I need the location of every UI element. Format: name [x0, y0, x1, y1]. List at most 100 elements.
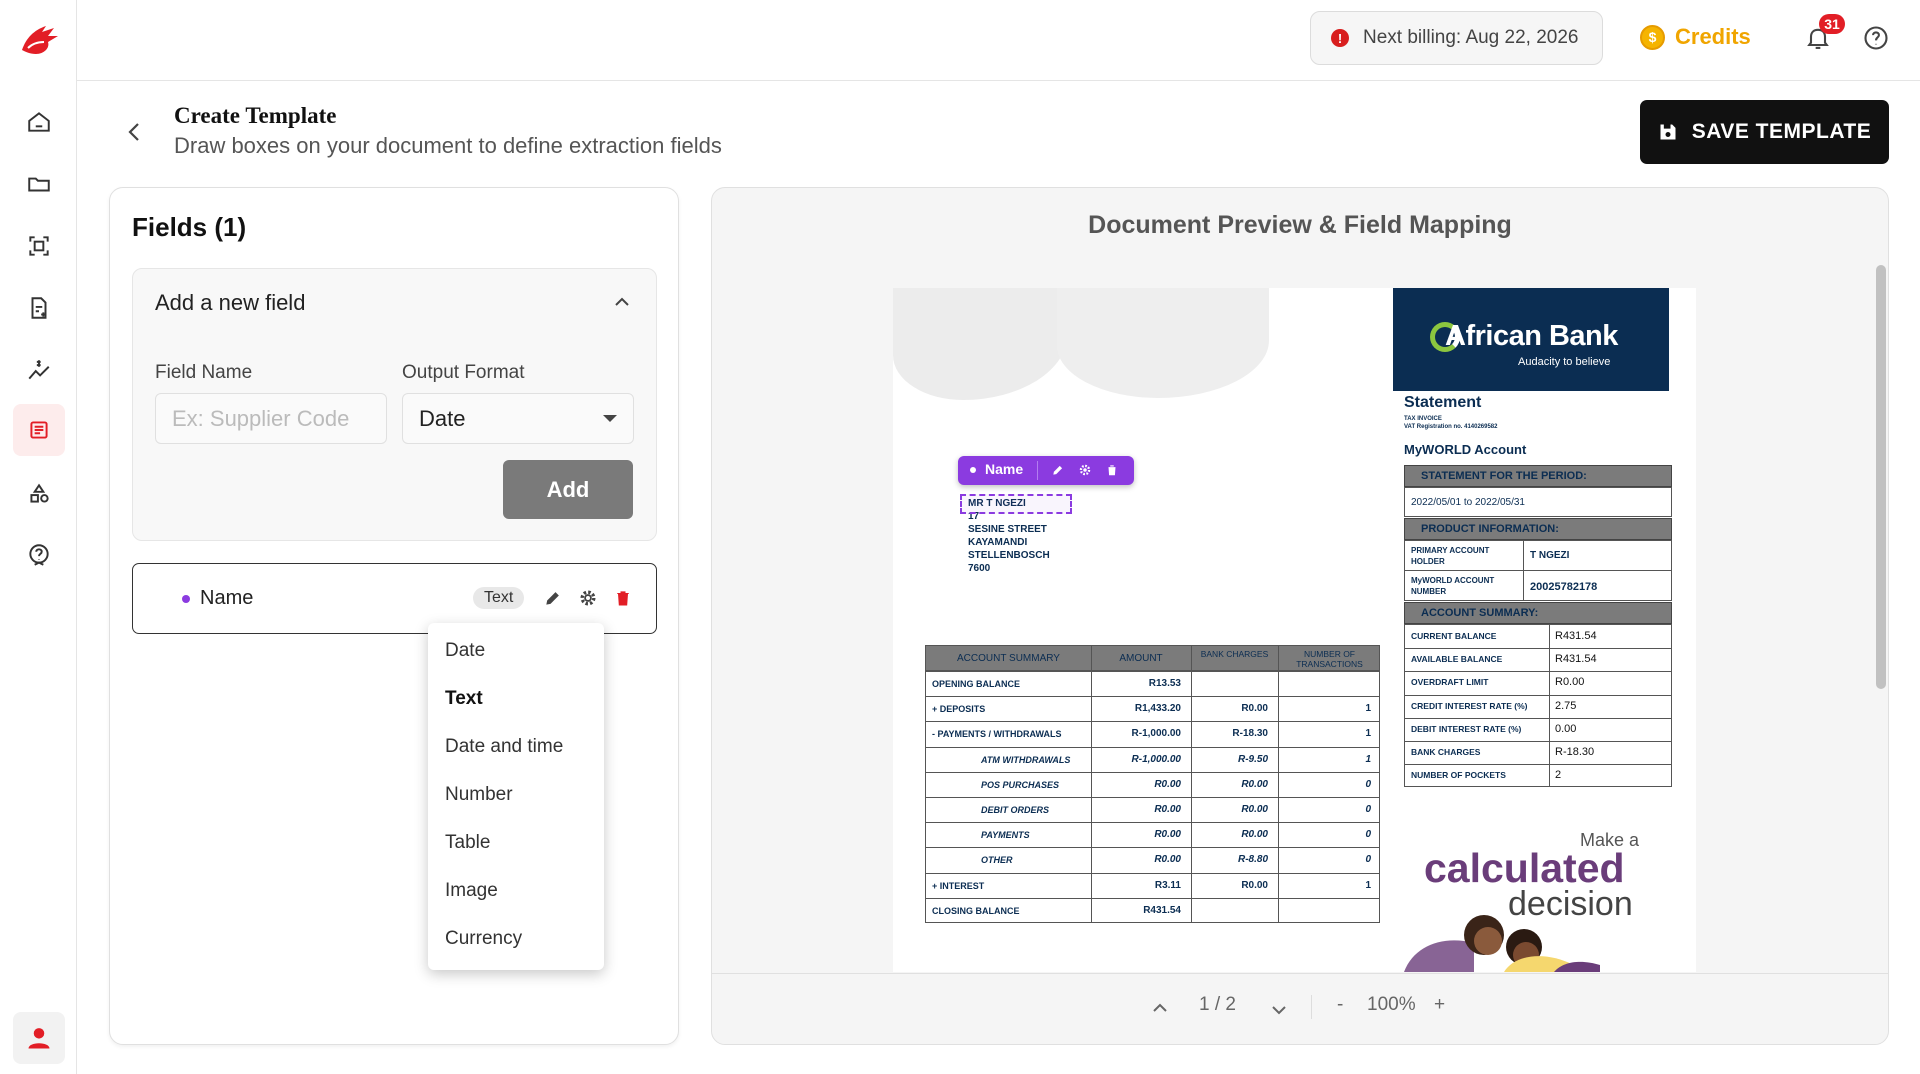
fields-title: Fields (1)	[132, 212, 247, 242]
prev-page-button[interactable]	[1151, 999, 1169, 1021]
annotation-settings-icon[interactable]	[1078, 463, 1092, 477]
table-cell: 1	[1365, 703, 1371, 715]
address-line: STELLENBOSCH	[968, 550, 1050, 561]
output-format-label: Output Format	[402, 362, 525, 383]
divider	[926, 746, 1379, 748]
collapse-button[interactable]	[612, 294, 632, 310]
divider	[926, 872, 1379, 874]
app-logo[interactable]	[18, 20, 60, 60]
preview-scrollbar[interactable]	[1876, 265, 1886, 689]
edit-field-button[interactable]	[543, 588, 563, 608]
preview-title: Document Preview & Field Mapping	[1088, 211, 1512, 239]
trash-icon	[617, 591, 629, 606]
divider	[926, 671, 1379, 672]
sidebar-item-expenses[interactable]	[13, 344, 65, 396]
sidebar-item-templates[interactable]	[13, 404, 65, 456]
scan-icon	[29, 236, 49, 256]
promo-image	[1404, 905, 1600, 972]
dropdown-option-text[interactable]: Text	[445, 688, 483, 710]
help-button[interactable]	[1860, 22, 1892, 54]
table-cell: CLOSING BALANCE	[932, 905, 1020, 916]
document-add-icon	[31, 297, 47, 319]
credits-button[interactable]: $ Credits	[1640, 24, 1751, 50]
sidebar-item-scan[interactable]	[13, 220, 65, 272]
add-field-button[interactable]: Add	[503, 460, 633, 519]
table-cell: 0	[1365, 829, 1371, 841]
field-settings-button[interactable]	[578, 588, 598, 608]
statement-title: Statement	[1404, 394, 1482, 411]
output-format-select[interactable]: Date	[402, 393, 634, 444]
summary-value: R431.54	[1555, 653, 1597, 666]
summary-label: OVERDRAFT LIMIT	[1411, 677, 1489, 688]
coin-icon: $	[1640, 24, 1665, 50]
credits-label: Credits	[1675, 24, 1751, 49]
table-cell: R-1,000.00	[1131, 753, 1181, 765]
next-page-button[interactable]	[1270, 1001, 1288, 1023]
dropdown-option-image[interactable]: Image	[445, 880, 498, 902]
table-cell: POS PURCHASES	[981, 779, 1060, 790]
folder-icon	[28, 177, 50, 192]
field-selection-box[interactable]	[960, 494, 1072, 514]
table-cell: 1	[1365, 879, 1371, 891]
table-cell: ATM WITHDRAWALS	[981, 754, 1071, 765]
divider	[926, 696, 1379, 698]
summary-value: R431.54	[1555, 630, 1597, 642]
dropdown-option-date[interactable]: Date	[445, 640, 485, 662]
summary-header: ACCOUNT SUMMARY:	[1404, 602, 1672, 624]
field-name-input[interactable]: Ex: Supplier Code	[155, 393, 387, 444]
field-type-badge[interactable]: Text	[473, 587, 525, 609]
sidebar-item-documents[interactable]	[13, 158, 65, 210]
sidebar-item-home[interactable]	[13, 96, 65, 148]
sidebar-item-help[interactable]	[13, 529, 65, 581]
summary-label: BANK CHARGES	[1411, 747, 1481, 757]
dropdown-option-number[interactable]: Number	[445, 784, 513, 806]
zoom-in-button[interactable]: +	[1434, 994, 1445, 1016]
table-cell: R3.11	[1154, 879, 1181, 891]
user-avatar[interactable]	[13, 1012, 65, 1064]
summary-label: CURRENT BALANCE	[1411, 631, 1497, 641]
account-type: MyWORLD Account	[1404, 442, 1527, 457]
divider	[926, 822, 1379, 824]
summary-label: DEBIT INTEREST RATE (%)	[1411, 723, 1522, 734]
add-field-title[interactable]: Add a new field	[155, 290, 305, 316]
save-template-button[interactable]: SAVE TEMPLATE	[1640, 100, 1889, 164]
divider	[1405, 671, 1671, 673]
divider	[1037, 461, 1038, 480]
table-cell: 0	[1365, 804, 1371, 815]
table-cell: R0.00	[1241, 778, 1268, 790]
page-indicator: 1 / 2	[1199, 994, 1236, 1015]
table-header-cell: NUMBER OF TRANSACTIONS	[1296, 649, 1363, 669]
summary-label: NUMBER OF POCKETS	[1411, 770, 1506, 781]
dropdown-option-table[interactable]: Table	[445, 832, 490, 854]
gear-icon	[580, 590, 596, 606]
summary-box: CURRENT BALANCE R431.54 AVAILABLE BALANCE R…	[1404, 624, 1672, 787]
divider	[1311, 995, 1312, 1019]
divider	[926, 721, 1379, 723]
address-line: SESINE STREET	[968, 524, 1047, 535]
billing-notice[interactable]: ! Next billing: Aug 22, 2026	[1310, 11, 1603, 65]
dropdown-option-currency[interactable]: Currency	[445, 928, 522, 950]
divider	[1404, 570, 1672, 571]
dropdown-option-date-and-time[interactable]: Date and time	[445, 736, 563, 758]
vat-text: VAT Registration no. 4140269582	[1404, 424, 1498, 430]
summary-label: AVAILABLE BALANCE	[1411, 654, 1503, 665]
table-cell: R431.54	[1143, 904, 1181, 916]
sidebar-item-shapes[interactable]	[13, 468, 65, 520]
annotation-delete-icon[interactable]	[1105, 463, 1119, 477]
annotation-edit-icon[interactable]	[1051, 463, 1065, 477]
table-cell: R1,433.20	[1134, 703, 1181, 715]
zoom-out-button[interactable]: -	[1337, 994, 1343, 1016]
back-button[interactable]	[122, 118, 146, 146]
table-cell: R0.00	[1241, 829, 1268, 841]
table-cell: DEBIT ORDERS	[981, 805, 1050, 815]
table-cell: R-8.80	[1237, 854, 1268, 866]
delete-field-button[interactable]	[613, 588, 633, 608]
product-header: PRODUCT INFORMATION:	[1404, 518, 1672, 540]
summary-value: 2	[1555, 769, 1562, 782]
sidebar	[0, 0, 77, 1074]
question-icon	[1864, 26, 1888, 50]
chevron-up-icon	[1153, 1003, 1167, 1012]
table-header-cell: AMOUNT	[1119, 653, 1163, 664]
table-cell: OTHER	[981, 855, 1013, 866]
sidebar-item-new-document[interactable]	[13, 282, 65, 334]
